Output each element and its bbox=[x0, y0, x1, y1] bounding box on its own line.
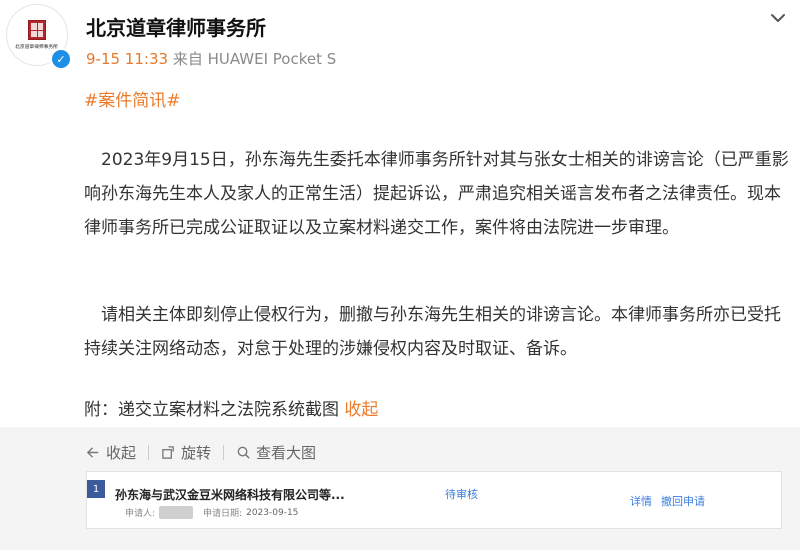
author-name[interactable]: 北京道章律师事务所 bbox=[86, 12, 266, 41]
post-time[interactable]: 9-15 11:33 bbox=[86, 50, 168, 68]
withdraw-link: 撤回申请 bbox=[661, 495, 705, 508]
collapse-icon bbox=[86, 447, 99, 458]
toolbar-divider bbox=[223, 445, 225, 460]
verified-badge-icon: ✓ bbox=[50, 48, 72, 70]
collapse-image-button[interactable]: 收起 bbox=[86, 442, 136, 463]
case-title: 孙东海与武汉金豆米网络科技有限公司等... bbox=[115, 488, 345, 502]
image-toolbar: 收起 旋转 查看大图 bbox=[86, 442, 316, 463]
record-index: 1 bbox=[87, 480, 105, 498]
date-label: 申请日期: bbox=[203, 509, 243, 519]
applicant-label: 申请人: bbox=[125, 509, 156, 519]
seal-logo-icon bbox=[28, 20, 46, 40]
view-large-label: 查看大图 bbox=[256, 444, 317, 462]
post-meta: 9-15 11:33 来自 HUAWEI Pocket S bbox=[86, 48, 336, 69]
collapse-text-link[interactable]: 收起 bbox=[344, 400, 378, 420]
application-date: 2023-09-15 bbox=[246, 507, 299, 518]
rotate-label: 旋转 bbox=[181, 444, 212, 462]
collapse-label: 收起 bbox=[106, 444, 137, 462]
chevron-down-icon[interactable] bbox=[766, 6, 790, 30]
attachment-text: 附：递交立案材料之法院系统截图 bbox=[84, 400, 339, 420]
attachment-note: 附：递交立案材料之法院系统截图 收起 bbox=[84, 395, 378, 420]
attached-screenshot[interactable]: 1 孙东海与武汉金豆米网络科技有限公司等... 待审核 详情 撤回申请 申请人:… bbox=[86, 471, 782, 529]
toolbar-divider bbox=[148, 445, 150, 460]
post-paragraph-2: 请相关主体即刻停止侵权行为，删撤与孙东海先生相关的诽谤言论。本律师事务所亦已受托… bbox=[84, 305, 781, 359]
hashtag-link[interactable]: #案件简讯# bbox=[84, 86, 181, 111]
blurred-applicant bbox=[159, 506, 194, 519]
magnifier-icon bbox=[237, 446, 250, 459]
post-source: 来自 HUAWEI Pocket S bbox=[172, 50, 337, 68]
author-avatar[interactable]: 北京道章律师事务所 ✓ bbox=[6, 4, 72, 70]
avatar-text: 北京道章律师事务所 bbox=[15, 44, 59, 50]
detail-link: 详情 bbox=[630, 495, 652, 508]
case-status: 待审核 bbox=[445, 488, 478, 501]
view-large-button[interactable]: 查看大图 bbox=[236, 442, 316, 463]
post-paragraph-1: 2023年9月15日，孙东海先生委托本律师事务所针对其与张女士相关的诽谤言论（已… bbox=[84, 150, 789, 238]
rotate-icon bbox=[162, 446, 174, 459]
case-subinfo: 申请人: 申请日期: 2023-09-15 bbox=[125, 506, 298, 519]
rotate-image-button[interactable]: 旋转 bbox=[161, 442, 211, 463]
